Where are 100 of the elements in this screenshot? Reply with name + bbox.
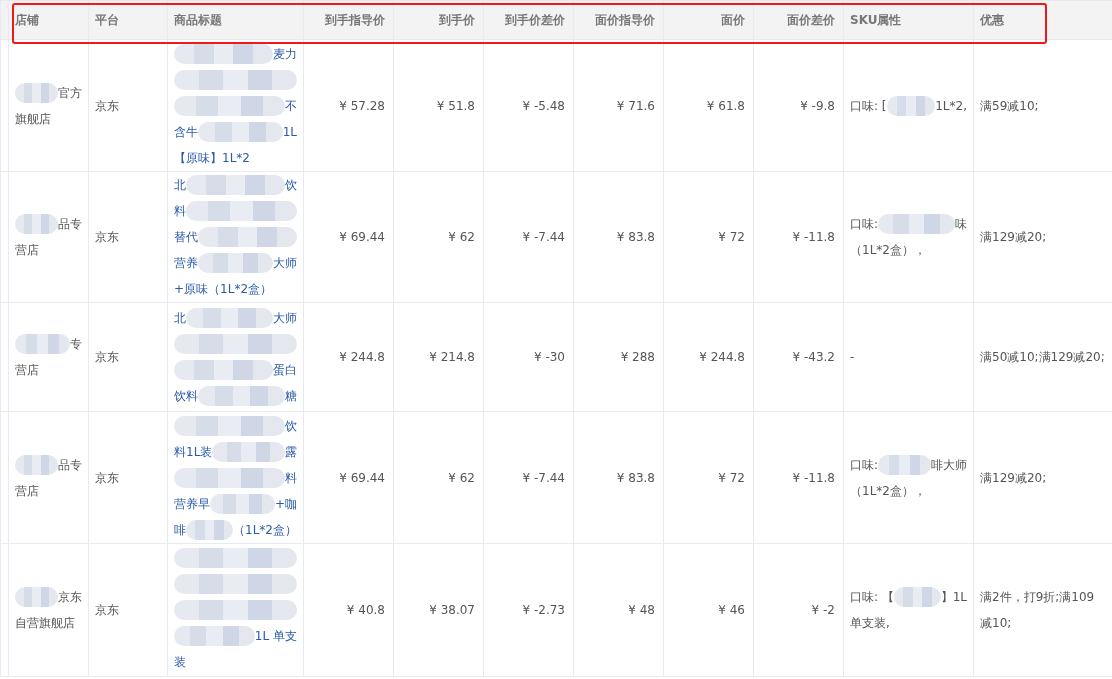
product-title[interactable]: 料1L装 (174, 438, 213, 465)
product-title[interactable]: （1L*2盒） (233, 516, 297, 543)
shop-name: 专 (70, 336, 82, 353)
product-title[interactable]: 营养 (174, 250, 198, 276)
product-title[interactable]: +咖 (274, 490, 297, 517)
sku-text: 啡大师 (931, 456, 967, 474)
table-cell: 京东 (88, 302, 168, 412)
price-cell: ¥ 38.07 (393, 543, 484, 677)
product-title[interactable]: 糖 (285, 383, 297, 409)
shop-name: 官方 (58, 84, 82, 102)
price-cell: ¥ 40.8 (303, 543, 394, 677)
sku-text: 口味: (850, 456, 879, 474)
column-header: 优惠 (973, 0, 1112, 40)
price-cell: ¥ 288 (573, 302, 664, 412)
sku-text: 单支装, (850, 615, 890, 632)
product-title[interactable]: 料 (174, 198, 186, 224)
price-cell: ¥ -7.44 (483, 171, 574, 303)
product-title[interactable]: 北 (174, 172, 186, 198)
shop-name: 营店 (15, 482, 39, 500)
product-title[interactable]: 饮料 (174, 383, 198, 409)
price-cell: ¥ 62 (393, 171, 484, 303)
price-cell: ¥ 244.8 (303, 302, 394, 412)
table-cell: 京东 (88, 39, 168, 172)
product-title[interactable]: 露 (285, 438, 297, 465)
price-cell: ¥ 69.44 (303, 171, 394, 303)
table-cell: 京东 (88, 171, 168, 303)
product-title[interactable]: 北 (174, 305, 186, 331)
product-title[interactable]: 啡 (174, 516, 186, 543)
price-cell: ¥ 48 (573, 543, 664, 677)
product-title[interactable]: 蛋白 (273, 357, 297, 383)
price-cell: ¥ -5.48 (483, 39, 574, 172)
sku-text: 口味: (850, 216, 879, 233)
price-cell: ¥ 69.44 (303, 411, 394, 544)
price-cell: ¥ 83.8 (573, 171, 664, 303)
sku-text: 1L*2, (935, 97, 967, 115)
sku-text: 口味: 【 (850, 589, 894, 606)
product-title[interactable]: 大师 (273, 305, 297, 331)
column-header: 面价 (663, 0, 754, 40)
price-cell: ¥ 214.8 (393, 302, 484, 412)
price-cell: ¥ -30 (483, 302, 574, 412)
product-title[interactable]: 装 (174, 649, 186, 675)
shop-name: 自营旗舰店 (15, 615, 75, 632)
price-cell: ¥ 51.8 (393, 39, 484, 172)
shop-name: 品专 (58, 216, 82, 233)
product-title[interactable]: 1L (282, 118, 297, 145)
price-cell: ¥ -9.8 (753, 39, 844, 172)
promo-text: 满2件，打9折;满109减10; (980, 590, 1095, 630)
column-header: SKU属性 (843, 0, 974, 40)
product-title[interactable]: 含牛 (174, 118, 198, 145)
shop-name: 品专 (58, 456, 82, 474)
shop-name: 旗舰店 (15, 110, 51, 128)
sku-text: 口味: [ (850, 97, 887, 115)
column-header: 面价差价 (753, 0, 844, 40)
product-title[interactable]: 麦力 (273, 40, 297, 67)
table-cell: 京东 (88, 411, 168, 544)
column-header: 平台 (88, 0, 168, 40)
price-cell: ¥ 71.6 (573, 39, 664, 172)
product-title[interactable]: 替代 (174, 224, 198, 250)
price-cell: ¥ 57.28 (303, 39, 394, 172)
shop-name: 营店 (15, 362, 39, 379)
sku-text: 味 (955, 216, 967, 233)
product-title[interactable]: 营养早 (174, 490, 210, 517)
column-header: 到手指导价 (303, 0, 394, 40)
price-cell: ¥ 61.8 (663, 39, 754, 172)
sku-text: （1L*2盒）， (850, 242, 926, 259)
product-title[interactable]: 1L 单支 (254, 623, 297, 649)
product-title[interactable]: 饮 (285, 412, 297, 439)
table-cell: 京东 (88, 543, 168, 677)
price-cell: ¥ -11.8 (753, 411, 844, 544)
promo-text: 满129减20; (980, 230, 1047, 244)
price-cell: ¥ -2.73 (483, 543, 574, 677)
price-cell: ¥ -2 (753, 543, 844, 677)
product-title[interactable]: 【原味】1L*2 (174, 144, 250, 171)
product-title[interactable]: 不 (285, 92, 297, 119)
product-title[interactable]: 大师 (273, 250, 297, 276)
price-cell: ¥ 62 (393, 411, 484, 544)
promo-text: 满50减10;满129减20; (980, 350, 1105, 364)
product-title[interactable]: +原味（1L*2盒） (174, 276, 272, 302)
price-cell: ¥ 244.8 (663, 302, 754, 412)
price-cell: ¥ -7.44 (483, 411, 574, 544)
shop-name: 京东 (58, 589, 82, 606)
sku-text: - (850, 349, 855, 366)
column-header: 到手价差价 (483, 0, 574, 40)
column-header: 到手价 (393, 0, 484, 40)
promo-text: 满59减10; (980, 98, 1039, 113)
promo-text: 满129减20; (980, 470, 1047, 485)
price-cell: ¥ 72 (663, 411, 754, 544)
sku-text: （1L*2盒）， (850, 482, 926, 500)
shop-name: 营店 (15, 242, 39, 259)
price-cell: ¥ -43.2 (753, 302, 844, 412)
price-cell: ¥ -11.8 (753, 171, 844, 303)
column-header: 店铺 (8, 0, 89, 40)
product-title[interactable]: 饮 (285, 172, 297, 198)
price-cell: ¥ 46 (663, 543, 754, 677)
price-cell: ¥ 83.8 (573, 411, 664, 544)
price-cell: ¥ 72 (663, 171, 754, 303)
product-title[interactable]: 料 (285, 464, 297, 491)
column-header: 商品标题 (167, 0, 304, 40)
column-header: 面价指导价 (573, 0, 664, 40)
sku-text: 】1L (940, 589, 967, 606)
